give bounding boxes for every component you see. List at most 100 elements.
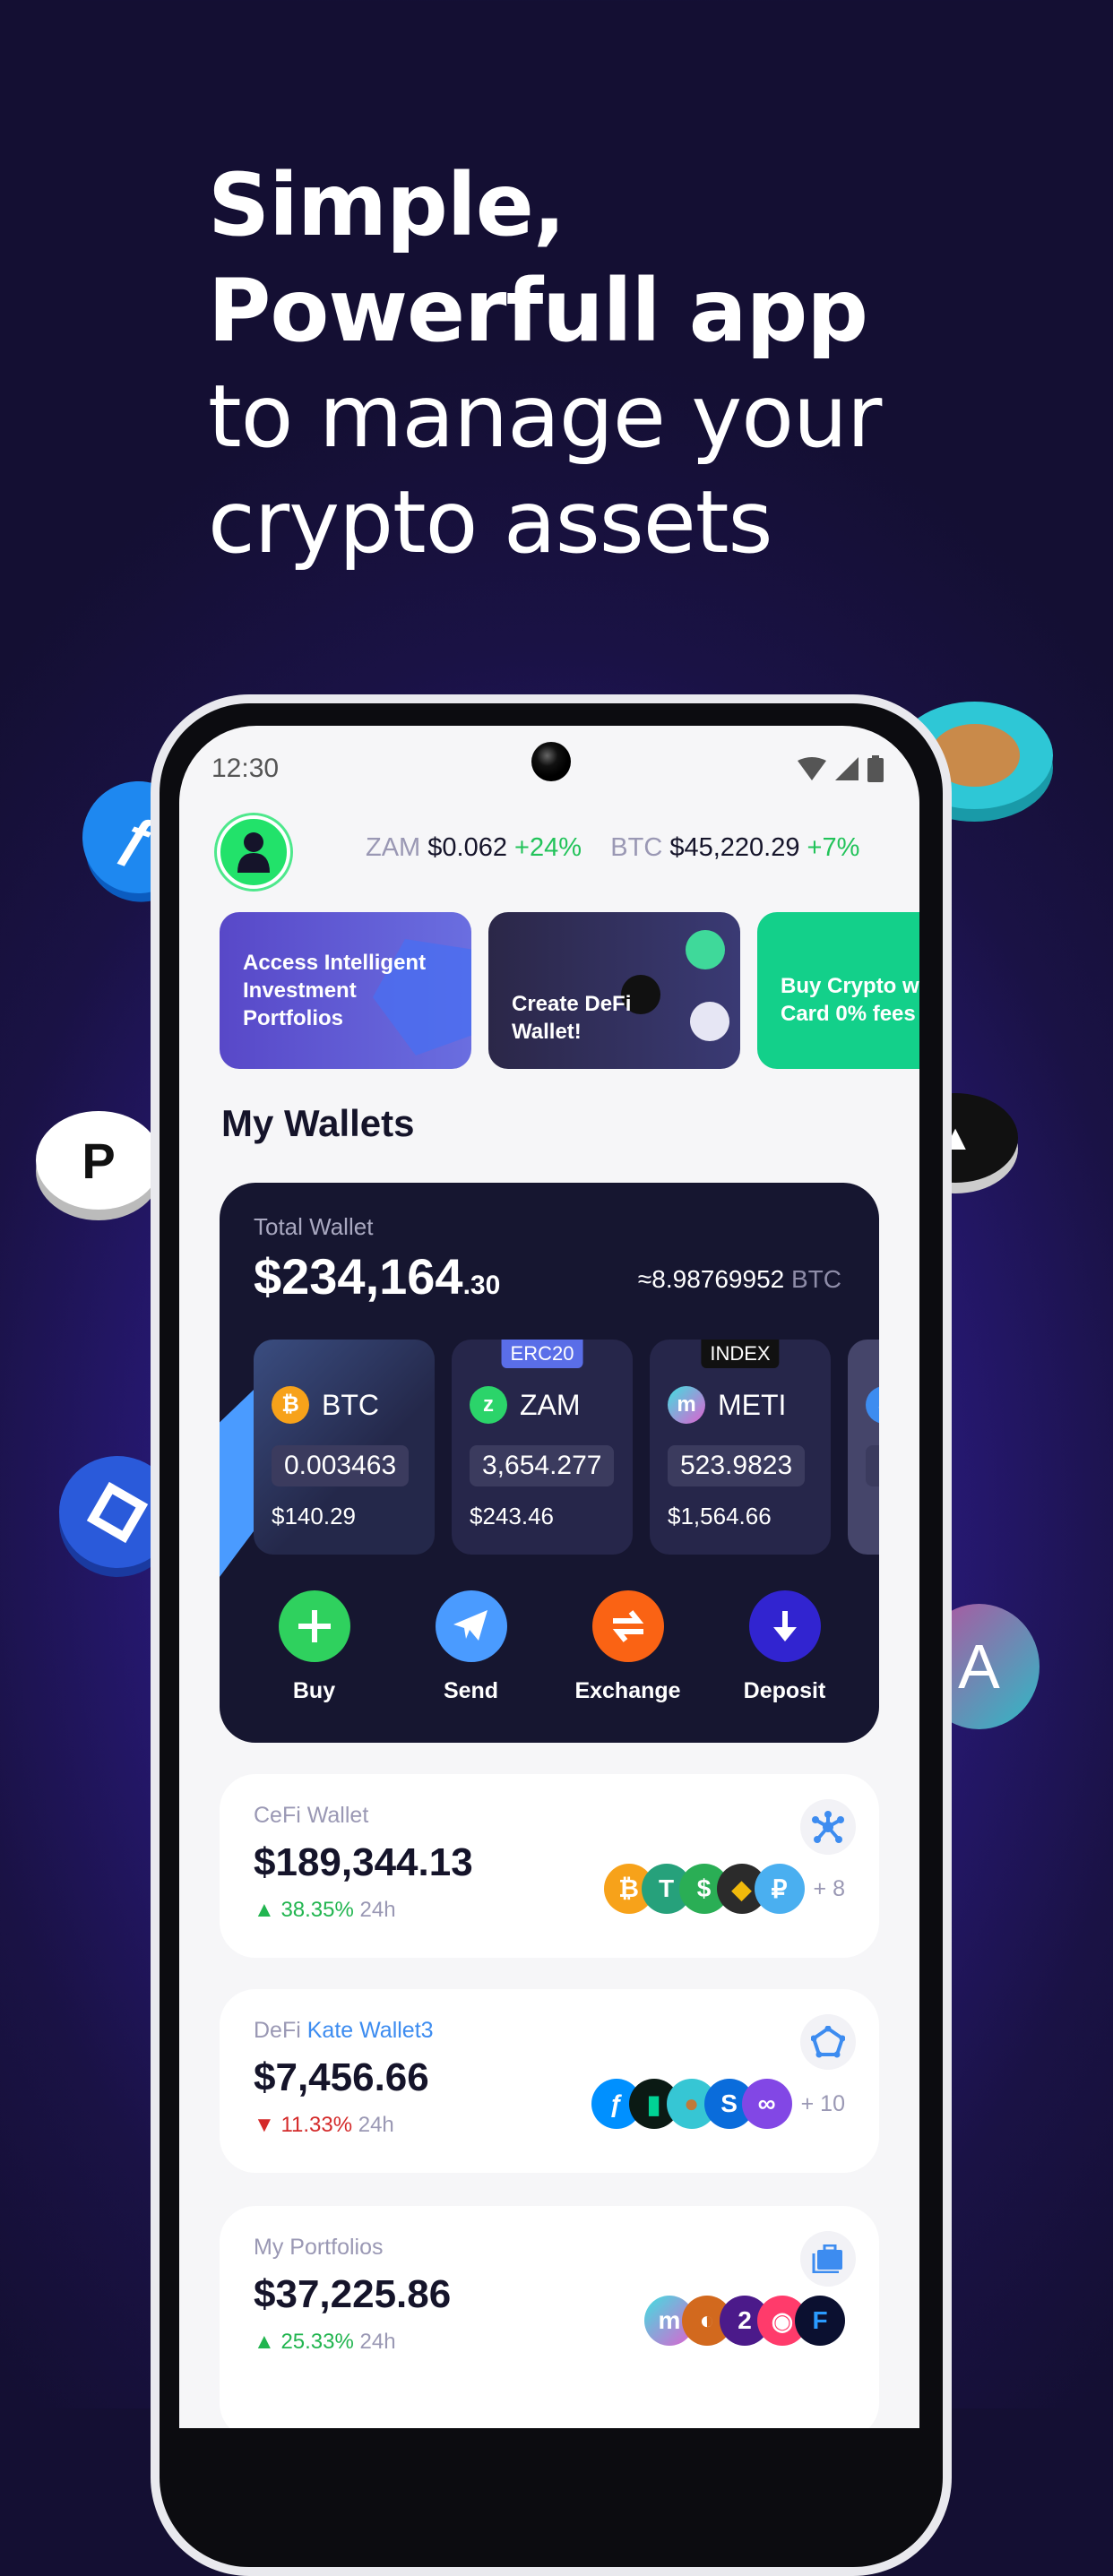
defi-wallet-card[interactable]: DeFi Kate Wallet3 $7,456.66 ▼ 11.33% 24h…	[220, 1989, 879, 2173]
wifi-icon	[798, 757, 826, 780]
bitcoin-icon: ₿	[272, 1386, 309, 1424]
action-label: Buy	[292, 1678, 336, 1703]
price-ticker: ZAM $0.062 +24% BTC $45,220.29 +7%	[366, 833, 859, 863]
buy-button[interactable]: Buy	[238, 1590, 391, 1704]
ticker-price: $0.062	[427, 833, 507, 862]
wallet-period: 24h	[358, 2113, 394, 2137]
total-wallet-btc: ≈8.98769952 BTC	[638, 1265, 841, 1294]
action-label: Deposit	[743, 1678, 826, 1703]
ticker-change: +24%	[514, 833, 582, 862]
cefi-wallet-card[interactable]: CeFi Wallet $189,344.13 ▲ 38.35% 24h ₿ T…	[220, 1774, 879, 1958]
wallet-name: Kate Wallet3	[306, 2018, 434, 2043]
token-usd: $243.46	[470, 1503, 554, 1529]
triangle-down-icon: ▼	[254, 2113, 275, 2137]
wallet-title: CeFi Wallet	[254, 1803, 369, 1828]
paper-plane-icon	[453, 1610, 487, 1641]
action-label: Send	[443, 1678, 499, 1703]
ticker-change: +7%	[807, 833, 860, 862]
briefcase-icon[interactable]	[800, 2231, 856, 2287]
camera-cutout	[531, 742, 571, 781]
coin-stack: ₿ T $ ◆ ₽ + 8	[603, 1864, 845, 1914]
avatar[interactable]	[217, 815, 290, 889]
headline-line: Simple,	[208, 155, 565, 255]
wallet-amount: $7,456.66	[254, 2055, 429, 2099]
wallet-title: My Portfolios	[254, 2235, 384, 2260]
wallet-amount: $189,344.13	[254, 1840, 473, 1884]
btc-unit: BTC	[791, 1265, 841, 1293]
token-card-btc[interactable]: ₿ BTC 0.003463 $140.29	[254, 1340, 435, 1555]
banner-investment-portfolios[interactable]: Access Intelligent Investment Portfolios	[220, 912, 471, 1069]
token-card-zam[interactable]: ERC20 z ZAM 3,654.277 $243.46	[452, 1340, 633, 1555]
wallet-change: 38.35%	[280, 1898, 354, 1922]
btc-value: ≈8.98769952	[637, 1265, 785, 1293]
action-bar: Buy Send Exchange Deposit	[220, 1590, 879, 1704]
zam-icon: z	[470, 1386, 507, 1424]
headline-line: Powerfull app	[208, 261, 868, 361]
total-wallet-card[interactable]: Total Wallet $234,164.30 ≈8.98769952 BTC…	[220, 1183, 879, 1743]
wallet-period: 24h	[359, 2330, 396, 2354]
banner-text: Access Intelligent Investment Portfolios	[243, 951, 427, 1030]
coin-stack: ƒ ▮ ● S ∞ + 10	[591, 2079, 845, 2129]
swap-icon	[612, 1610, 643, 1642]
token-tag: INDEX	[701, 1340, 780, 1368]
headline-line: crypto assets	[208, 472, 772, 573]
token-balance: 342	[866, 1445, 879, 1486]
total-wallet-label: Total Wallet	[254, 1213, 374, 1240]
total-wallet-amount: $234,164.30	[254, 1247, 500, 1305]
action-label: Exchange	[574, 1678, 681, 1703]
polygon-icon: ∞	[741, 2079, 792, 2129]
token-balance: 0.003463	[272, 1445, 410, 1486]
headline-line: to manage your	[208, 366, 882, 467]
banner-text: Create DeFi Wallet!	[512, 991, 632, 1044]
token-usd: $1,564.66	[668, 1503, 772, 1529]
status-time: 12:30	[211, 754, 280, 783]
wallet-change: 25.33%	[280, 2330, 354, 2354]
amount-cents: .30	[462, 1271, 501, 1300]
pentagon-icon[interactable]	[800, 2014, 856, 2070]
wallet-change: 11.33%	[280, 2113, 353, 2137]
plus-icon	[298, 1610, 331, 1642]
wallet-title: DeFi	[254, 2018, 301, 2043]
wallet-period: 24h	[359, 1898, 396, 1922]
ticker-price: $45,220.29	[669, 833, 800, 862]
ruble-icon: ₽	[754, 1864, 805, 1914]
token-balance: 523.9823	[668, 1445, 806, 1486]
signal-icon	[835, 757, 858, 780]
more-count: + 8	[813, 1875, 845, 1901]
token-usd: $140.29	[272, 1503, 356, 1529]
banner-create-defi-wallet[interactable]: Create DeFi Wallet!	[488, 912, 740, 1069]
ticker-symbol: BTC	[610, 833, 663, 862]
section-title: My Wallets	[221, 1102, 415, 1144]
wallet-amount: $37,225.86	[254, 2272, 452, 2316]
token-symbol: METI	[718, 1388, 787, 1421]
arrow-down-icon	[772, 1611, 797, 1641]
token-symbol: BTC	[322, 1388, 379, 1421]
triangle-up-icon: ▲	[254, 1898, 275, 1922]
triangle-up-icon: ▲	[254, 2330, 275, 2354]
coin-stack: m ◐ 2 ◉ F	[644, 2296, 845, 2346]
token-symbol: ZAM	[520, 1388, 581, 1421]
headline: Simple, Powerfull app to manage your cry…	[208, 152, 882, 575]
meti-icon: m	[668, 1386, 705, 1424]
send-button[interactable]: Send	[395, 1590, 548, 1704]
token-balance: 3,654.277	[470, 1445, 615, 1486]
ticker-symbol: ZAM	[366, 833, 421, 862]
amount-main: $234,164	[254, 1248, 463, 1305]
more-count: + 10	[800, 2090, 845, 2116]
banner-text: Buy Crypto with Card 0% fees	[781, 973, 919, 1026]
exchange-button[interactable]: Exchange	[552, 1590, 704, 1704]
token-carousel: ₿ BTC 0.003463 $140.29 ERC20 z ZAM 3,654.2…	[254, 1340, 879, 1555]
banner-buy-crypto-card[interactable]: Buy Crypto with Card 0% fees	[757, 912, 919, 1069]
token-tag: ERC20	[501, 1340, 583, 1368]
user-icon	[237, 832, 270, 873]
deposit-button[interactable]: Deposit	[709, 1590, 861, 1704]
token-card-meti[interactable]: INDEX m METI 523.9823 $1,564.66	[650, 1340, 831, 1555]
app-screen: 12:30 ZAM $0.062 +24% BTC $45,220.29 +7%…	[179, 726, 919, 2428]
network-icon[interactable]	[800, 1799, 856, 1855]
promo-carousel: Access Intelligent Investment Portfolios…	[220, 912, 919, 1069]
my-portfolios-card[interactable]: My Portfolios $37,225.86 ▲ 25.33% 24h m …	[220, 2206, 879, 2428]
polkadot-coin-icon: P	[36, 1111, 161, 1210]
dollar-coin-icon: $	[866, 1386, 879, 1424]
battery-icon	[867, 755, 884, 782]
token-card-d[interactable]: $D 342	[848, 1340, 879, 1555]
